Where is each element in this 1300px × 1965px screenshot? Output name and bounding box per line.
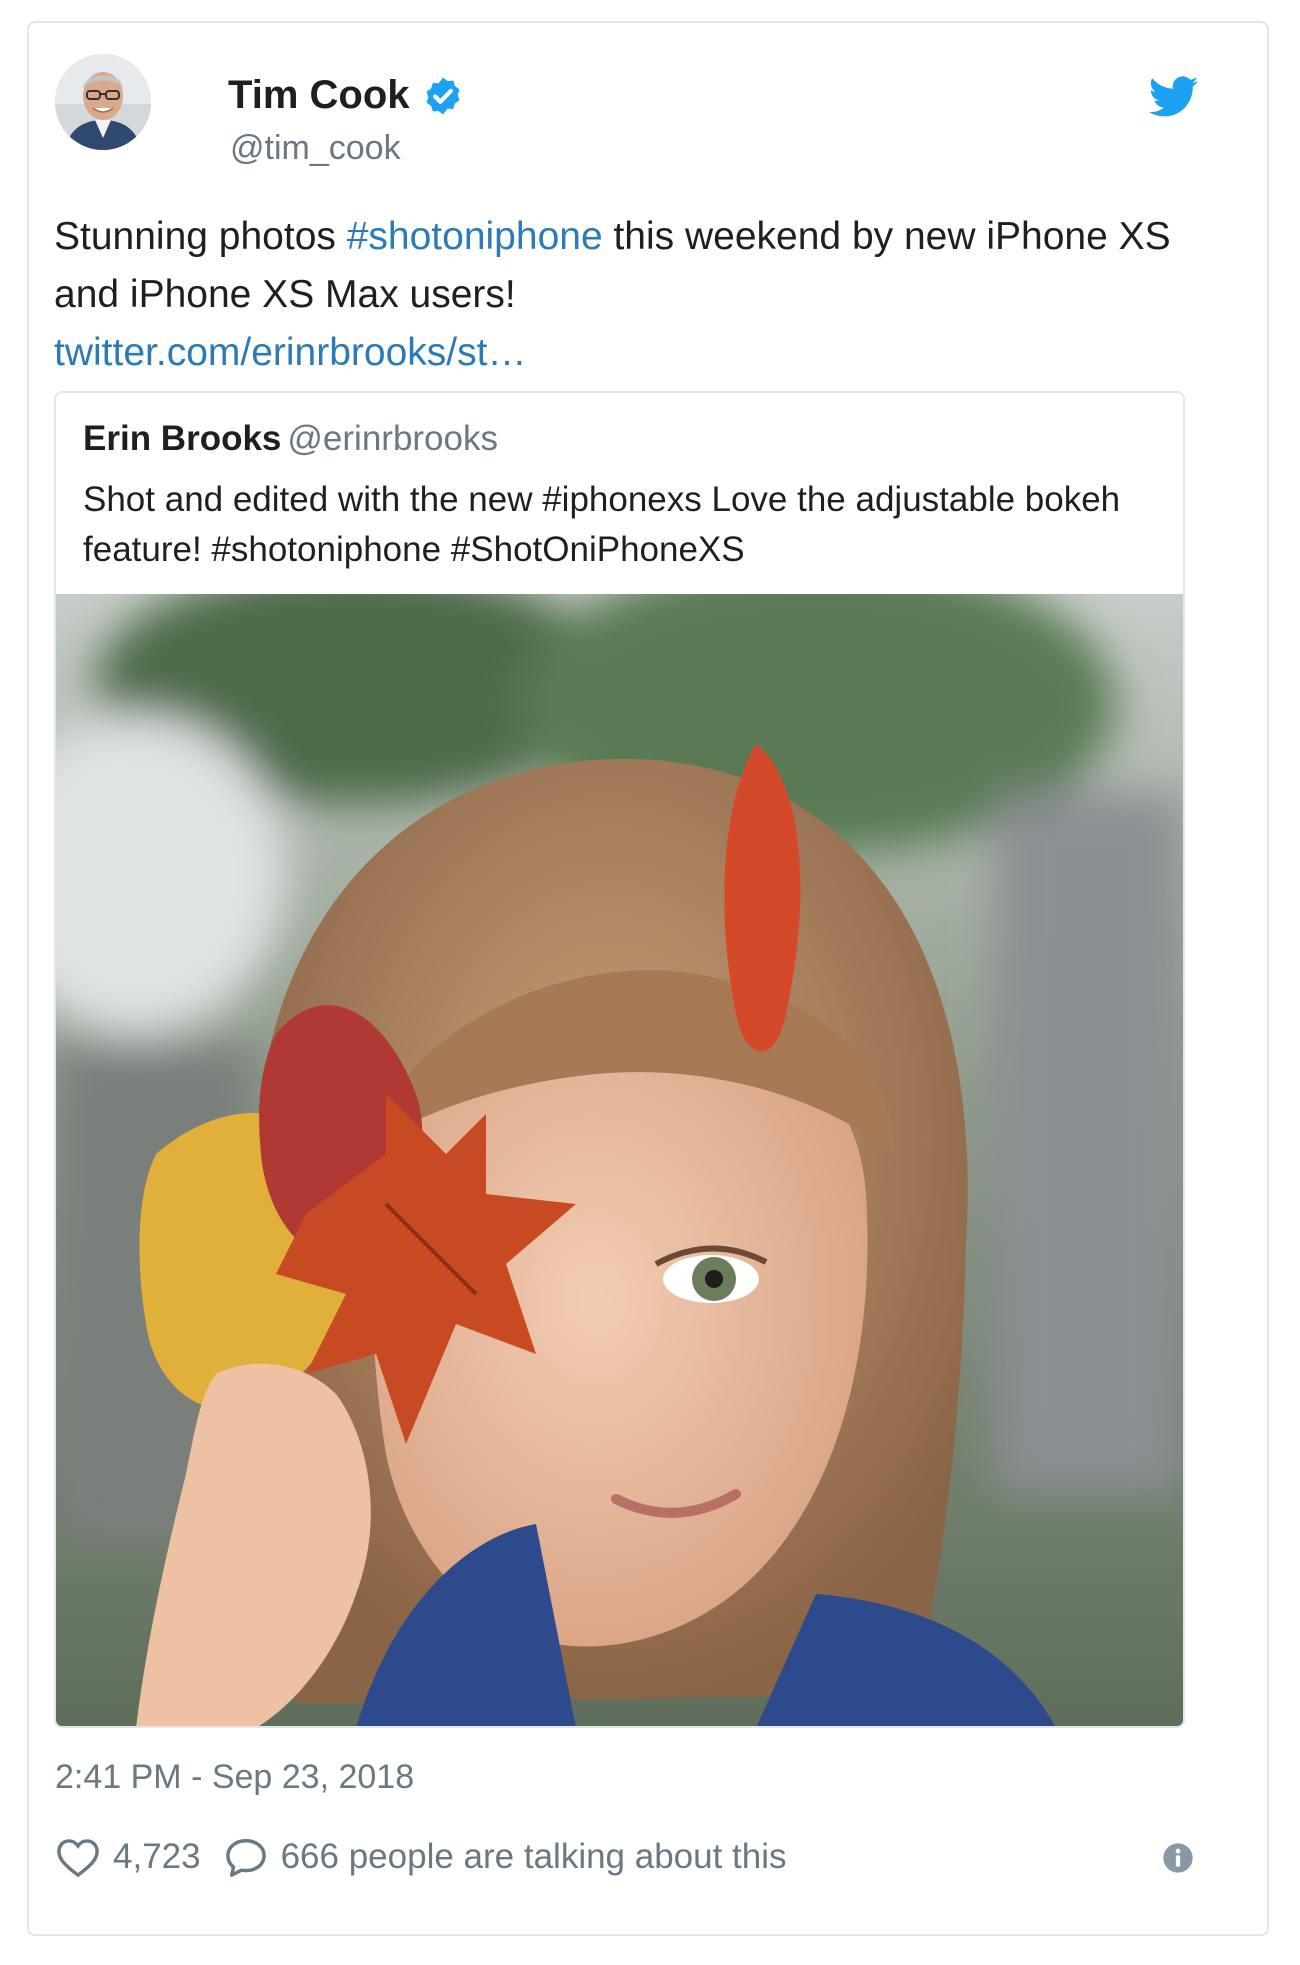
like-count[interactable]: 4,723 bbox=[113, 1837, 201, 1877]
info-icon[interactable] bbox=[1162, 1842, 1194, 1874]
quoted-tweet-photo[interactable] bbox=[56, 594, 1183, 1728]
twitter-bird-icon[interactable] bbox=[1149, 76, 1199, 118]
tweet-text-start: Stunning photos bbox=[54, 215, 347, 258]
quoted-tweet[interactable]: Erin Brooks @erinrbrooks Shot and edited … bbox=[54, 391, 1185, 1728]
talking-count-link[interactable]: 666 people are talking about this bbox=[281, 1837, 787, 1877]
tweet-text: Stunning photos #shotoniphone this weeke… bbox=[54, 208, 1184, 382]
quoted-tweet-link[interactable]: twitter.com/erinrbrooks/st… bbox=[54, 331, 526, 374]
speech-bubble-icon[interactable] bbox=[223, 1836, 269, 1878]
author-name[interactable]: Tim Cook bbox=[228, 73, 410, 118]
heart-icon[interactable] bbox=[55, 1836, 101, 1878]
quoted-tweet-text: Shot and edited with the new #iphonexs L… bbox=[83, 480, 1121, 569]
avatar[interactable] bbox=[55, 54, 151, 150]
tweet-actions: 4,723 666 people are talking about this bbox=[55, 1832, 787, 1882]
quoted-author-handle[interactable]: @erinrbrooks bbox=[287, 419, 498, 458]
tweet-header: Tim Cook @tim_cook bbox=[55, 54, 1199, 167]
author-handle[interactable]: @tim_cook bbox=[230, 129, 401, 168]
quoted-tweet-header: Erin Brooks @erinrbrooks bbox=[83, 419, 498, 459]
author-name-row[interactable]: Tim Cook bbox=[228, 73, 464, 118]
tweet-timestamp[interactable]: 2:41 PM - Sep 23, 2018 bbox=[55, 1758, 414, 1797]
quoted-author-name[interactable]: Erin Brooks bbox=[83, 419, 281, 458]
verified-badge-icon bbox=[426, 77, 459, 114]
hashtag-link[interactable]: #shotoniphone bbox=[347, 215, 603, 258]
